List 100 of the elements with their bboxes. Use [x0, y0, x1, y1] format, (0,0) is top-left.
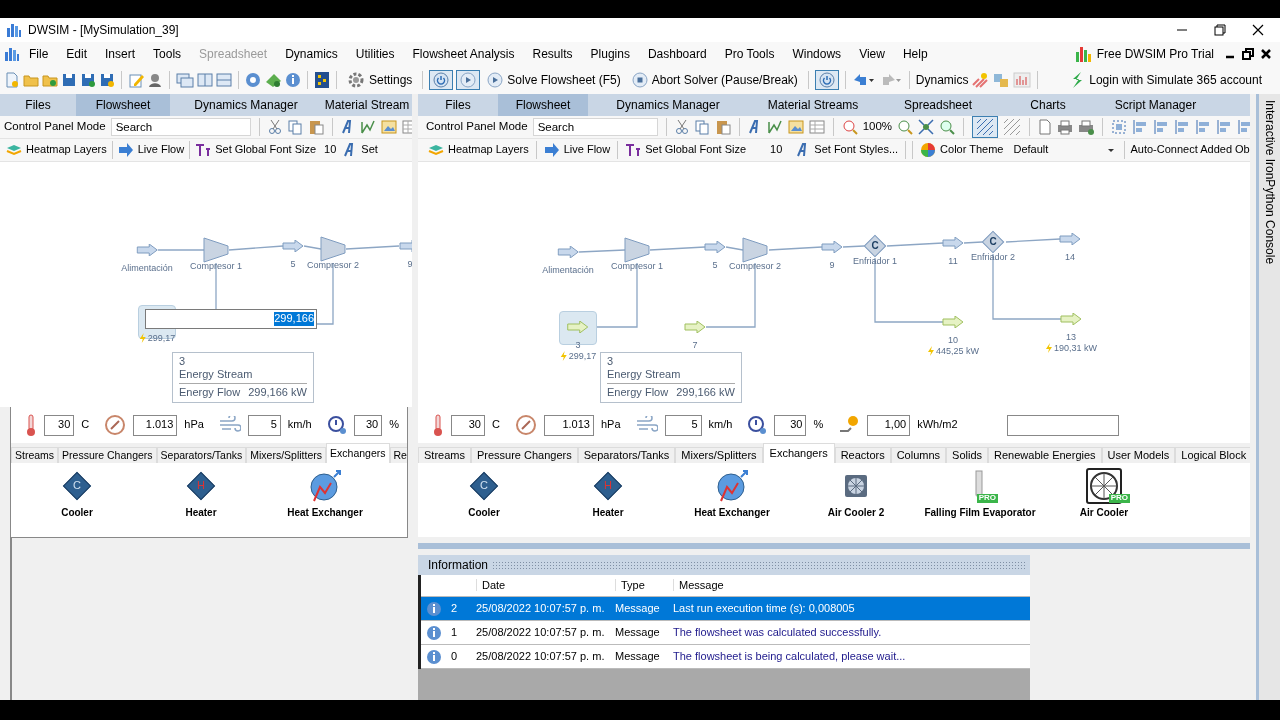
toolbar-button[interactable]: Set Font Styles...: [794, 141, 901, 159]
value-field[interactable]: 30: [353, 414, 383, 436]
palette-item[interactable]: Air Cooler 2: [794, 463, 918, 537]
document-tab[interactable]: Material Stream: [322, 94, 412, 116]
toolbar-button[interactable]: Heatmap Layers: [4, 141, 109, 159]
table-cell-text: Last run execution time (s): 0,008005: [672, 601, 856, 616]
object-label: Enfriador 1: [853, 256, 897, 267]
search-field[interactable]: Search: [532, 118, 658, 136]
zoom-level: 100%: [862, 120, 893, 134]
property-label: Energy Flow: [607, 386, 669, 400]
document-tab[interactable]: Material Streams: [748, 94, 878, 116]
menu-item[interactable]: Edit: [57, 44, 97, 64]
toolbar-button[interactable]: Live Flow: [115, 141, 187, 159]
toolbar-button[interactable]: Color Theme: [918, 141, 1006, 159]
menu-item[interactable]: Dashboard: [638, 44, 716, 64]
value-field[interactable]: 5: [664, 414, 702, 436]
palette-tab[interactable]: Exchangers: [762, 443, 835, 463]
pro-badge: PRO: [976, 494, 998, 503]
menu-item[interactable]: Flowsheet Analysis: [403, 44, 524, 64]
object-label: 9: [829, 260, 835, 271]
value-field[interactable]: 30: [44, 414, 75, 436]
palette-item[interactable]: H Heater: [139, 463, 263, 537]
palette-tab[interactable]: Logical Block: [1175, 446, 1250, 463]
palette-tab[interactable]: Separators/Tanks: [156, 447, 247, 463]
palette-item[interactable]: Heat Exchanger: [263, 463, 387, 537]
document-tab[interactable]: Flowsheet: [498, 94, 588, 116]
document-tab[interactable]: Files: [0, 94, 76, 116]
palette-tab[interactable]: Streams: [11, 447, 59, 463]
document-tab[interactable]: Spreadsheet: [878, 94, 998, 116]
palette-tab[interactable]: Mixers/Splitters: [246, 447, 327, 463]
palette-tab[interactable]: Solids: [946, 446, 989, 463]
table-cell-text: 25/08/2022 10:07:57 p. m.: [475, 601, 606, 616]
menu-item[interactable]: Results: [523, 44, 582, 64]
document-tab[interactable]: Dynamics Manager: [588, 94, 748, 116]
palette-item[interactable]: H Heater: [546, 463, 670, 537]
unit-label: %: [813, 418, 824, 432]
value-field[interactable]: 299,166: [145, 309, 317, 329]
solve-button[interactable]: Solve Flowsheet (F5): [483, 70, 625, 90]
toolbar-button[interactable]: Live Flow: [541, 141, 613, 159]
menu-item[interactable]: Utilities: [346, 44, 404, 64]
menu-item[interactable]: File: [20, 44, 58, 64]
menu-item[interactable]: Windows: [783, 44, 851, 64]
unit-label: C: [492, 418, 500, 432]
object-label: Alimentación: [121, 263, 173, 274]
object-label: Compresor 1: [611, 261, 663, 272]
document-tab[interactable]: Dynamics Manager: [170, 94, 322, 116]
log-row[interactable]: 1 25/08/2022 10:07:57 p. m. Message The flowsheet was calculated successfully.: [421, 621, 1030, 645]
toolbar-button[interactable]: Heatmap Layers: [426, 141, 531, 159]
console-tab[interactable]: Interactive IronPython Console: [1262, 100, 1277, 265]
theme-dropdown[interactable]: Default: [1009, 141, 1120, 159]
energy-reading: 299,17: [568, 350, 597, 362]
value-field[interactable]: 1.013: [543, 414, 594, 436]
value-field[interactable]: 30: [451, 414, 485, 436]
toolbar-button[interactable]: Set: [341, 141, 380, 159]
palette-item[interactable]: C Cooler: [422, 463, 546, 537]
palette-tab[interactable]: Mixers/Splitters: [675, 446, 763, 463]
object-label: Compresor 1: [190, 261, 242, 272]
value-field[interactable]: 5: [247, 414, 281, 436]
value-field[interactable]: 1,00: [867, 414, 911, 436]
palette-tab[interactable]: Pressure Changers: [470, 446, 578, 463]
table-cell-text: 2: [450, 601, 459, 616]
palette-tab[interactable]: Reactors: [834, 446, 891, 463]
palette-tab[interactable]: Exchangers: [326, 443, 390, 463]
unit-label: hPa: [184, 418, 204, 432]
document-tab[interactable]: Files: [418, 94, 498, 116]
document-tab[interactable]: Charts: [998, 94, 1098, 116]
abort-button[interactable]: Abort Solver (Pause/Break): [627, 70, 802, 90]
menu-item[interactable]: Dynamics: [276, 44, 347, 64]
menu-item[interactable]: Help: [893, 44, 937, 64]
menu-item[interactable]: Tools: [144, 44, 191, 64]
palette-tab[interactable]: Renewable Energies: [988, 446, 1102, 463]
login-button[interactable]: Login with Simulate 365 account: [1065, 68, 1266, 92]
pro-trial-button[interactable]: Free DWSIM Pro Trial: [1070, 43, 1218, 65]
log-row[interactable]: 2 25/08/2022 10:07:57 p. m. Message Last run execution time (s): 0,008005: [421, 597, 1030, 621]
menu-item[interactable]: Pro Tools: [715, 44, 784, 64]
column-header: Message: [673, 578, 724, 591]
palette-tab[interactable]: User Models: [1101, 446, 1176, 463]
document-tab[interactable]: Flowsheet: [76, 94, 170, 116]
log-row[interactable]: 0 25/08/2022 10:07:57 p. m. Message The flowsheet is being calculated, please wait...: [421, 645, 1030, 669]
palette-tab[interactable]: Columns: [890, 446, 947, 463]
table-cell-text: Message: [615, 625, 661, 640]
document-tab[interactable]: Script Manager: [1098, 94, 1213, 116]
palette-item[interactable]: C Cooler: [15, 463, 139, 537]
toolbar-button[interactable]: Set Global Font Size: [193, 141, 319, 159]
value-field[interactable]: 1.013: [133, 414, 178, 436]
settings-button[interactable]: Settings: [343, 69, 417, 91]
menu-item[interactable]: Insert: [96, 44, 145, 64]
palette-item[interactable]: PRO Air Cooler: [1042, 463, 1166, 537]
toolbar-button[interactable]: Set Global Font Size: [623, 141, 749, 159]
palette-tab[interactable]: Streams: [418, 446, 471, 463]
search-field[interactable]: Search: [110, 118, 251, 136]
palette-tab[interactable]: Separators/Tanks: [577, 446, 676, 463]
palette-tab[interactable]: Pressure Changers: [58, 447, 157, 463]
menu-item[interactable]: Plugins: [581, 44, 639, 64]
value-field[interactable]: 30: [774, 414, 807, 436]
table-cell-text: The flowsheet was calculated successfully.: [672, 625, 883, 640]
menu-item[interactable]: View: [850, 44, 894, 64]
unit-label: C: [81, 418, 90, 432]
palette-item[interactable]: PRO Falling Film Evaporator: [918, 463, 1042, 537]
palette-item[interactable]: Heat Exchanger: [670, 463, 794, 537]
